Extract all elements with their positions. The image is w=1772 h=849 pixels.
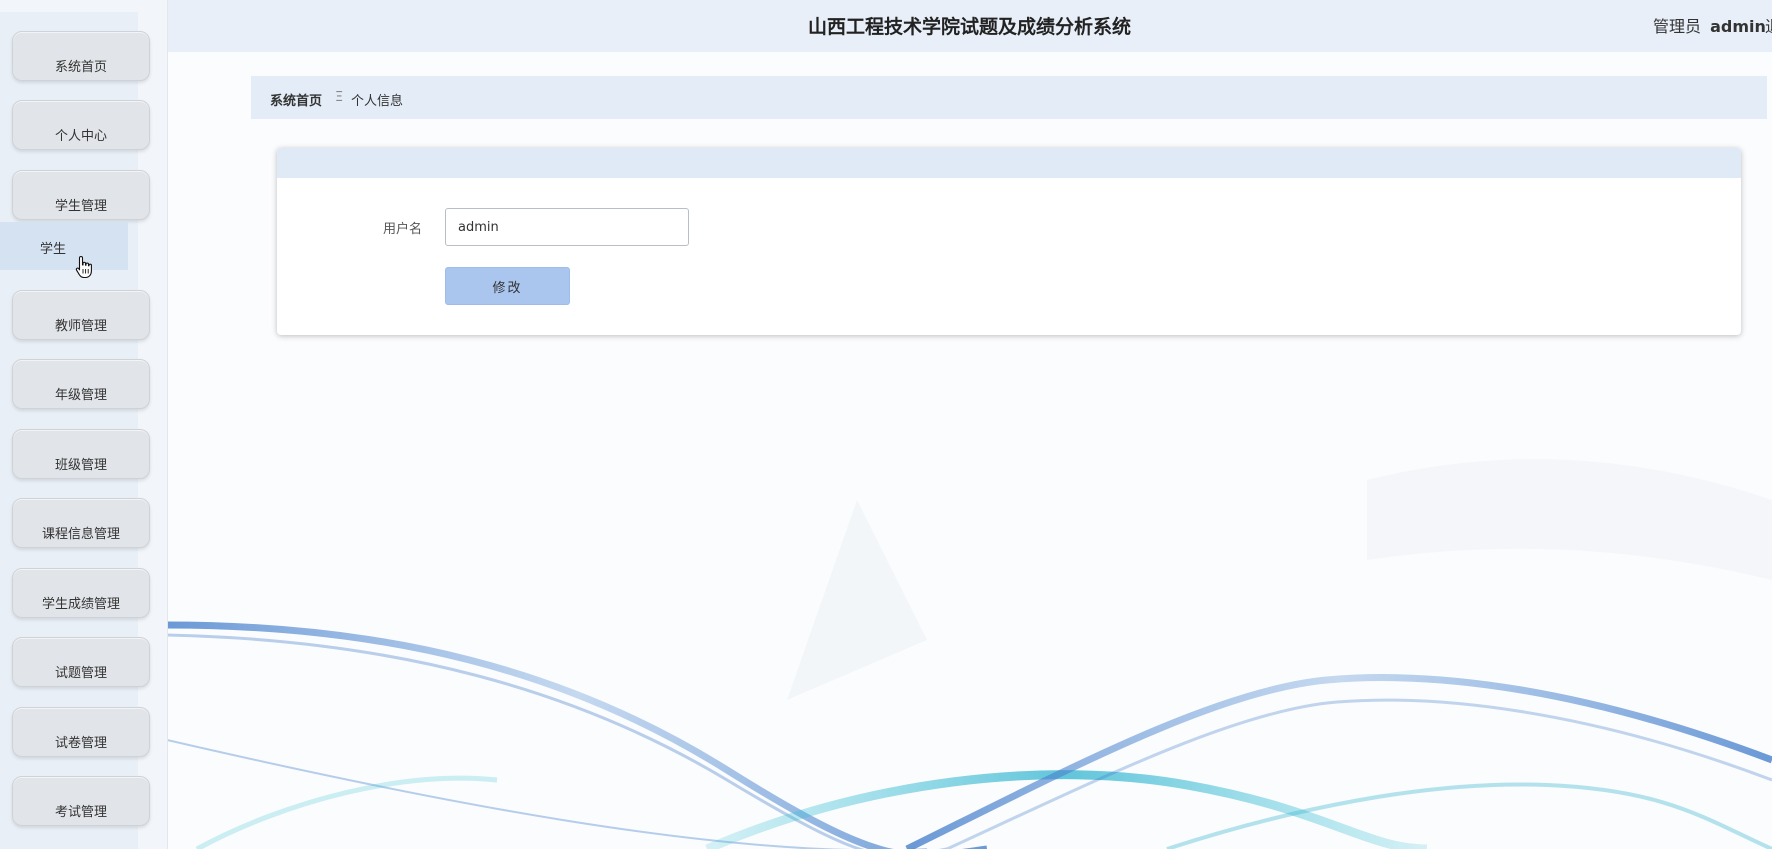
sidebar-item-label: 课程信息管理 (41, 527, 120, 542)
sidebar-item-class-management[interactable]: 班级管理 (12, 429, 150, 479)
sidebar-item-home[interactable]: 系统首页 (12, 31, 150, 81)
sidebar-item-label: 试卷管理 (54, 736, 107, 751)
page-title: 山西工程技术学院试题及成绩分析系统 (807, 16, 1131, 38)
sidebar-item-paper-management[interactable]: 试卷管理 (12, 707, 150, 757)
sidebar-item-label: 学生管理 (54, 199, 107, 214)
sidebar-item-question-management[interactable]: 试题管理 (12, 637, 150, 687)
sidebar-subitem-student[interactable]: 学生 (0, 222, 128, 270)
breadcrumb-separator: Ξ (335, 90, 344, 105)
sidebar-item-course-management[interactable]: 课程信息管理 (12, 498, 150, 548)
breadcrumb-home-link[interactable]: 系统首页 (270, 90, 322, 109)
user-info: 管理员 admin (1653, 13, 1766, 37)
hand-pointer-icon (75, 255, 92, 279)
breadcrumb: 系统首页 Ξ 个人信息 (251, 76, 1767, 119)
username-input[interactable] (445, 208, 689, 246)
top-header: 山西工程技术学院试题及成绩分析系统 管理员 admin 退 (167, 0, 1772, 52)
sidebar-item-student-management[interactable]: 学生管理 (12, 170, 150, 220)
user-name: admin (1710, 17, 1766, 36)
user-role: 管理员 (1653, 17, 1702, 36)
breadcrumb-current: 个人信息 (351, 94, 404, 109)
app-window: 系统首页 个人中心 学生管理 学生 教师管理 年级管理 班级管理 课程信息管理 … (0, 0, 1772, 849)
background-waves (167, 459, 1772, 849)
username-label: 用户名 (383, 222, 423, 237)
sidebar-item-personal-center[interactable]: 个人中心 (12, 100, 150, 150)
sidebar-item-exam-management[interactable]: 考试管理 (12, 776, 150, 826)
sidebar-item-score-management[interactable]: 学生成绩管理 (12, 568, 150, 618)
sidebar-item-label: 班级管理 (54, 458, 107, 473)
modify-button[interactable]: 修改 (445, 267, 570, 305)
sidebar-item-label: 系统首页 (54, 60, 107, 75)
logout-link[interactable]: 退 (1765, 13, 1772, 37)
sidebar: 系统首页 个人中心 学生管理 学生 教师管理 年级管理 班级管理 课程信息管理 … (0, 0, 168, 849)
profile-form-card: 用户名 修改 (277, 148, 1741, 335)
sidebar-item-grade-management[interactable]: 年级管理 (12, 359, 150, 409)
sidebar-item-label: 个人中心 (54, 129, 107, 144)
card-header (277, 148, 1741, 178)
sidebar-item-label: 学生成绩管理 (41, 597, 120, 612)
sidebar-item-label: 年级管理 (54, 388, 107, 403)
sidebar-item-label: 考试管理 (54, 805, 107, 820)
sidebar-subitem-label: 学生 (40, 242, 67, 257)
sidebar-item-label: 教师管理 (54, 319, 107, 334)
sidebar-item-teacher-management[interactable]: 教师管理 (12, 290, 150, 340)
sidebar-item-label: 试题管理 (54, 666, 107, 681)
